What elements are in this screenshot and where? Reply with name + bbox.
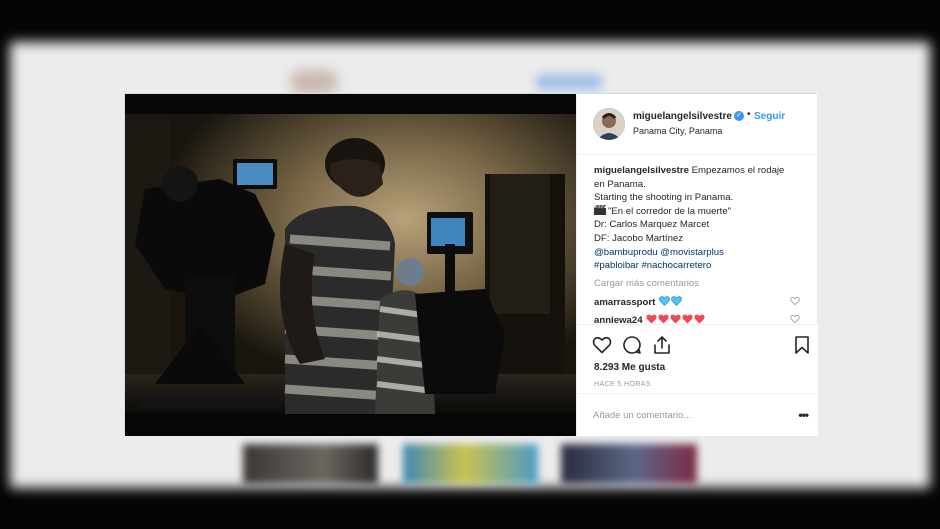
blue-heart-icon (659, 296, 670, 306)
likes-count[interactable]: 8.293 Me gusta (594, 362, 665, 373)
follow-button[interactable]: Seguir (754, 111, 785, 122)
blurred-thumbnail (243, 444, 378, 484)
load-more-comments-link[interactable]: Cargar más comentarios (594, 277, 809, 291)
post-author-username[interactable]: miguelangelsilvestre (633, 111, 732, 122)
share-icon[interactable] (652, 335, 672, 355)
post-location[interactable]: Panama City, Panama (633, 126, 722, 136)
post-timestamp: HACE 5 HORAS (594, 381, 651, 388)
blurred-thumbnail (403, 444, 538, 484)
caption-mentions[interactable]: @bambuprodu @movistarplus (594, 246, 809, 260)
add-comment-bar: ••• (577, 393, 818, 437)
avatar-image (593, 108, 625, 140)
like-comment-heart-icon[interactable] (790, 314, 800, 324)
blurred-avatar (290, 70, 338, 94)
caption-line: DF: Jacobo Martínez (594, 232, 684, 244)
like-comment-heart-icon[interactable] (790, 296, 800, 306)
blue-heart-icon (671, 296, 682, 306)
caption-line: "En el corredor de la muerte" (594, 204, 809, 219)
instagram-post: miguelangelsilvestre ✓ • Seguir Panama C… (124, 93, 818, 436)
comment-row: amarrassport (594, 296, 804, 310)
blurred-follow-pill (535, 74, 603, 90)
separator-dot: • (747, 109, 751, 120)
caption-line: miguelangelsilvestre Empezamos el rodaje (594, 164, 809, 178)
verified-badge-icon: ✓ (734, 111, 744, 121)
comment-author[interactable]: amarrassport (594, 297, 655, 308)
red-heart-icon (646, 314, 657, 324)
more-options-button[interactable]: ••• (798, 408, 809, 422)
blurred-thumbnail (561, 444, 697, 484)
red-heart-icon (682, 314, 693, 324)
film-set-photo (125, 94, 576, 436)
comment-bubble-icon[interactable] (622, 335, 642, 355)
film-title: "En el corredor de la muerte" (608, 205, 732, 217)
caption-line: en Panama. (594, 178, 646, 190)
caption-line: Dr: Carlos Marquez Marcet (594, 219, 710, 231)
caption-line: Starting the shooting in Panama. (594, 192, 734, 204)
clapperboard-icon (594, 204, 606, 215)
caption-text: Empezamos el rodaje (691, 165, 785, 176)
like-heart-icon[interactable] (592, 335, 612, 355)
red-heart-icon (694, 314, 705, 324)
add-comment-input[interactable] (593, 406, 773, 424)
post-photo[interactable] (125, 94, 576, 436)
post-header: miguelangelsilvestre ✓ • Seguir Panama C… (577, 94, 818, 155)
post-sidebar: miguelangelsilvestre ✓ • Seguir Panama C… (576, 94, 818, 436)
post-actions: 8.293 Me gusta HACE 5 HORAS ••• (577, 324, 818, 436)
avatar[interactable] (593, 108, 625, 140)
red-heart-icon (670, 314, 681, 324)
caption-author[interactable]: miguelangelsilvestre (594, 165, 689, 176)
caption-hashtags[interactable]: #pabloibar #nachocarretero (594, 259, 809, 273)
red-heart-icon (658, 314, 669, 324)
bookmark-icon[interactable] (792, 335, 812, 355)
